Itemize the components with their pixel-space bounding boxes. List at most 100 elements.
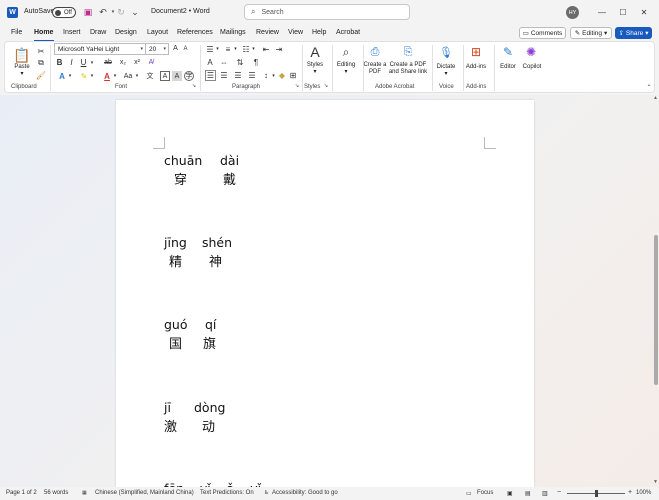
autosave-toggle[interactable]: Off	[52, 7, 76, 18]
chevron-down-icon[interactable]: ▾	[342, 69, 350, 76]
proofing-icon[interactable]: ▦	[82, 490, 87, 496]
read-mode-icon[interactable]: ▣	[507, 490, 513, 497]
bold-icon[interactable]: B	[55, 58, 64, 67]
line-spacing-icon[interactable]: ↕	[261, 70, 271, 81]
copilot-button[interactable]: Copilot	[519, 64, 545, 71]
scroll-down-icon[interactable]: ▼	[652, 479, 659, 486]
comments-button[interactable]: ▭ Comments	[519, 27, 566, 39]
multilevel-list-icon[interactable]: ☷	[241, 44, 251, 54]
print-layout-icon[interactable]: ▤	[525, 490, 531, 497]
shrink-font-icon[interactable]: A	[181, 44, 190, 53]
editor-button[interactable]: Editor	[496, 64, 520, 71]
paragraph-dialog-launcher-icon[interactable]: ↘	[294, 83, 300, 89]
tab-review[interactable]: Review	[256, 29, 279, 36]
tab-draw[interactable]: Draw	[90, 29, 106, 36]
paste-dropdown-icon[interactable]: ▾	[18, 71, 26, 78]
editing-group-button[interactable]: Editing	[332, 62, 360, 69]
align-right-icon[interactable]: ☰	[233, 70, 243, 81]
tab-home[interactable]: Home	[34, 29, 53, 36]
paste-label[interactable]: Paste	[12, 64, 32, 71]
tab-help[interactable]: Help	[312, 29, 326, 36]
tab-view[interactable]: View	[288, 29, 303, 36]
word-count[interactable]: 56 words	[44, 490, 68, 496]
grow-font-icon[interactable]: A	[171, 44, 180, 53]
zoom-out-icon[interactable]: −	[557, 489, 561, 496]
subscript-icon[interactable]: x₂	[118, 58, 128, 67]
decrease-indent-icon[interactable]: ⇤	[261, 44, 271, 54]
create-pdf-button[interactable]: Create a PDF	[362, 62, 388, 76]
phonetic-guide-icon[interactable]: 文	[145, 71, 155, 81]
chevron-down-icon[interactable]: ▾	[442, 71, 450, 78]
justify-icon[interactable]: ☰	[247, 70, 257, 81]
italic-icon[interactable]: I	[67, 58, 76, 67]
tab-mailings[interactable]: Mailings	[220, 29, 246, 36]
chevron-down-icon[interactable]: ▾	[215, 44, 220, 54]
add-ins-icon[interactable]: ⊞	[468, 44, 484, 60]
find-icon[interactable]: ⌕	[338, 44, 354, 60]
chevron-down-icon[interactable]: ▾	[271, 70, 276, 81]
accessibility-status[interactable]: Accessibility: Good to go	[272, 490, 338, 496]
maximize-icon[interactable]: ☐	[617, 6, 629, 18]
editing-mode-button[interactable]: ✎ Editing ▾	[570, 27, 612, 39]
text-predictions-status[interactable]: Text Predictions: On	[200, 490, 254, 496]
sort-icon[interactable]: ⇅	[235, 57, 245, 67]
distributed-icon[interactable]: ⇔	[219, 57, 229, 67]
focus-button[interactable]: Focus	[477, 490, 493, 496]
chevron-down-icon[interactable]: ▾	[112, 71, 118, 81]
highlight-icon[interactable]: ✎	[79, 71, 89, 81]
change-case-icon[interactable]: Aa	[122, 71, 134, 81]
tab-design[interactable]: Design	[115, 29, 137, 36]
tab-acrobat[interactable]: Acrobat	[336, 29, 360, 36]
tab-insert[interactable]: Insert	[63, 29, 81, 36]
styles-icon[interactable]: A	[307, 44, 323, 60]
scroll-thumb[interactable]	[654, 235, 658, 385]
chevron-down-icon[interactable]: ▾	[311, 69, 319, 76]
styles-dialog-launcher-icon[interactable]: ↘	[323, 83, 329, 89]
dictate-button[interactable]: Dictate	[433, 64, 459, 71]
tab-file[interactable]: File	[11, 29, 22, 36]
editor-icon[interactable]: ✎	[500, 44, 516, 60]
bullets-icon[interactable]: ☰	[205, 44, 215, 54]
add-ins-button[interactable]: Add-ins	[462, 64, 490, 71]
document-page[interactable]: chuān dài 穿 戴 jīng shén 精 神 guó qí 国 旗 j…	[116, 100, 534, 496]
scroll-up-icon[interactable]: ▲	[652, 95, 659, 102]
save-icon[interactable]: ▣	[82, 6, 94, 18]
borders-icon[interactable]: ⊞	[288, 70, 298, 81]
align-left-icon[interactable]: ☰	[205, 70, 216, 81]
align-center-icon[interactable]: ☰	[219, 70, 229, 81]
share-button[interactable]: ⇪ Share ▾	[615, 27, 652, 39]
chinese-layout-icon[interactable]: A	[205, 57, 215, 67]
tab-layout[interactable]: Layout	[147, 29, 168, 36]
cut-icon[interactable]: ✂	[36, 46, 46, 56]
copilot-icon[interactable]: ✺	[523, 44, 539, 60]
character-border-icon[interactable]: A	[160, 71, 170, 81]
minimize-icon[interactable]: —	[596, 6, 608, 18]
collapse-ribbon-icon[interactable]: ⌃	[645, 83, 653, 91]
page-count[interactable]: Page 1 of 2	[6, 490, 37, 496]
search-input[interactable]: ⌕ Search	[244, 4, 410, 20]
chevron-down-icon[interactable]: ▾	[251, 44, 256, 54]
zoom-slider-thumb[interactable]	[595, 490, 598, 497]
create-pdf-icon[interactable]: ⎙	[367, 44, 383, 60]
chevron-down-icon[interactable]: ▾	[67, 71, 73, 81]
increase-indent-icon[interactable]: ⇥	[274, 44, 284, 54]
enclose-characters-icon[interactable]: 字	[184, 71, 194, 81]
styles-label[interactable]: Styles	[304, 62, 326, 69]
tab-references[interactable]: References	[177, 29, 213, 36]
vertical-scrollbar[interactable]: ▲ ▼	[652, 95, 659, 487]
show-formatting-icon[interactable]: ¶	[251, 57, 261, 67]
font-name-select[interactable]: Microsoft YaHei Light ▾	[54, 43, 146, 55]
font-dialog-launcher-icon[interactable]: ↘	[191, 83, 197, 89]
language-status[interactable]: Chinese (Simplified, Mainland China)	[95, 490, 194, 496]
underline-icon[interactable]: U	[79, 58, 88, 67]
clear-formatting-icon[interactable]: A̸	[146, 58, 156, 67]
paste-icon[interactable]: 📋	[13, 46, 31, 64]
create-share-pdf-button[interactable]: Create a PDF and Share link	[386, 62, 430, 76]
web-layout-icon[interactable]: ▥	[542, 490, 548, 497]
strikethrough-icon[interactable]: ab	[102, 58, 114, 67]
share-pdf-icon[interactable]: ⎘	[400, 44, 416, 60]
chevron-down-icon[interactable]: ▾	[134, 71, 140, 81]
text-effects-icon[interactable]: A	[57, 71, 67, 81]
microphone-icon[interactable]: 🎙	[438, 44, 454, 60]
chevron-down-icon[interactable]: ▾	[89, 58, 95, 67]
